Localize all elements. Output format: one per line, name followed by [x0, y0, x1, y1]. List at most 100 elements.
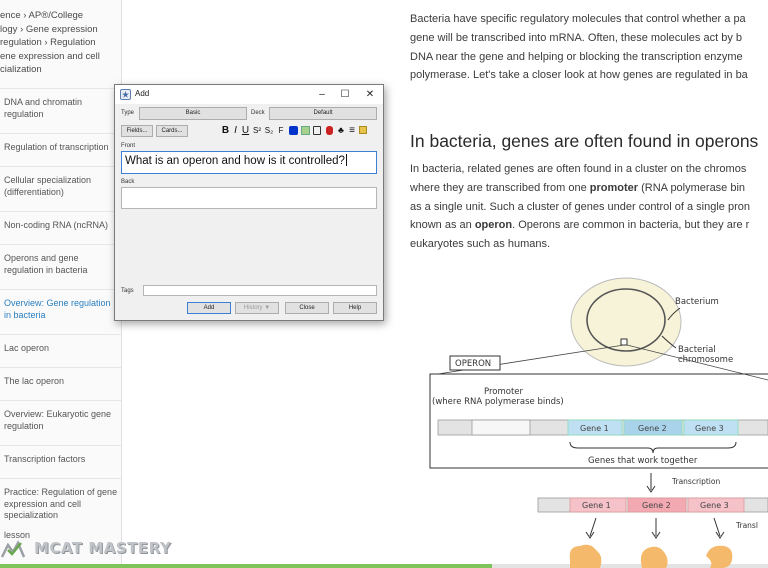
fields-button[interactable]: Fields...	[121, 125, 153, 137]
mrna-gene-2-label: Gene 2	[642, 501, 671, 510]
sidebar-item-eukaryotic[interactable]: Overview: Eukaryotic gene regulation	[0, 400, 121, 445]
sidebar-item-regulation-transcription[interactable]: Regulation of transcription	[0, 133, 121, 166]
section-heading: In bacteria, genes are often found in op…	[410, 131, 759, 151]
app-root: ence › AP®︎/College logy › Gene expressi…	[0, 0, 768, 568]
close-icon[interactable]: ✕	[363, 88, 377, 101]
bold-icon[interactable]: B	[221, 124, 230, 137]
genes-bracket	[569, 441, 737, 454]
dialog-titlebar[interactable]: Add – ☐ ✕	[115, 85, 383, 104]
watermark-text: MCAT MASTERY	[34, 539, 172, 557]
text-line: where they are transcribed from one prom…	[410, 181, 746, 194]
cards-button[interactable]: Cards...	[156, 125, 188, 137]
promoter-label-2: (where RNA polymerase binds)	[432, 397, 564, 407]
breadcrumb-line[interactable]: cialization	[0, 64, 42, 75]
sidebar-item-dna-chromatin[interactable]: DNA and chromatin regulation	[0, 88, 121, 133]
dialog-title: Add	[135, 89, 150, 98]
clear-format-icon[interactable]: F	[276, 124, 286, 137]
intro-paragraph: Bacteria have specific regulatory molecu…	[410, 10, 748, 85]
sidebar-list: DNA and chromatin regulation Regulation …	[0, 88, 121, 534]
format-toolbar: B I U S² S₂ F ♣ ≡	[219, 124, 381, 138]
anki-app-icon	[120, 89, 131, 100]
protein-3	[706, 545, 733, 568]
subscript-icon[interactable]: S₂	[264, 124, 274, 137]
operon-paragraph: In bacteria, related genes are often fou…	[410, 160, 750, 254]
add-button[interactable]: Add	[187, 302, 231, 314]
text-line: DNA near the gene and helping or blockin…	[410, 50, 743, 63]
translation-arrow-2	[651, 518, 661, 539]
front-label: Front	[121, 143, 136, 149]
sidebar: ence › AP®︎/College logy › Gene expressi…	[0, 0, 122, 568]
breadcrumb-line[interactable]: ene expression and cell	[0, 51, 100, 62]
breadcrumb-line[interactable]: logy › Gene expression	[0, 24, 98, 35]
back-field[interactable]	[121, 187, 377, 209]
operon-diagram: Bacterium Bacterial chromosome OPERON Pr…	[429, 277, 768, 568]
sidebar-item-cellular-specialization[interactable]: Cellular specialization (differentiation…	[0, 166, 121, 211]
deck-selector[interactable]: Default	[269, 107, 377, 120]
italic-icon[interactable]: I	[232, 124, 239, 137]
attach-icon[interactable]	[312, 124, 322, 137]
sidebar-item-the-lac-operon[interactable]: The lac operon	[0, 367, 121, 400]
sidebar-item-operons[interactable]: Operons and gene regulation in bacteria	[0, 244, 121, 289]
promoter-term: promoter	[589, 181, 639, 194]
translation-arrow-1	[585, 517, 597, 539]
text-line: eukaryotes such as humans.	[410, 238, 551, 251]
gene-1-label: Gene 1	[580, 424, 609, 433]
latex-icon[interactable]: ♣	[336, 124, 346, 137]
text-line: In bacteria, related genes are often fou…	[410, 163, 747, 175]
help-button[interactable]: Help	[333, 302, 377, 314]
breadcrumb-line[interactable]: regulation › Regulation	[0, 37, 96, 48]
breadcrumb-line[interactable]: ence › AP®︎/College	[0, 10, 83, 21]
html-editor-icon[interactable]: ≡	[347, 124, 357, 137]
translation-arrow-3	[713, 517, 725, 539]
deck-label: Deck	[251, 110, 265, 116]
options-icon[interactable]	[358, 124, 368, 137]
mcat-logo-icon	[0, 540, 26, 558]
sidebar-item-lac-operon[interactable]: Lac operon	[0, 334, 121, 367]
text-color-icon[interactable]	[288, 124, 299, 137]
sidebar-item-overview-bacteria[interactable]: Overview: Gene regulation in bacteria	[0, 289, 121, 334]
sidebar-item-transcription-factors[interactable]: Transcription factors	[0, 445, 121, 478]
close-button[interactable]: Close	[285, 302, 329, 314]
front-field-text: What is an operon and how is it controll…	[125, 154, 347, 167]
promoter-label-1: Promoter	[484, 387, 524, 397]
genes-together-label: Genes that work together	[588, 456, 698, 466]
protein-1	[569, 544, 602, 568]
promoter-region	[471, 419, 531, 436]
gene-3-label: Gene 3	[695, 424, 724, 433]
bacterium-label: Bacterium	[675, 297, 719, 307]
translation-label: Transl	[735, 521, 758, 530]
text-line: Bacteria have specific regulatory molecu…	[410, 13, 746, 25]
text-line: polymerase. Let's take a closer look at …	[410, 69, 748, 82]
tags-label: Tags	[121, 288, 134, 294]
operon-marker	[620, 338, 628, 346]
minimize-icon[interactable]: –	[315, 88, 329, 101]
maximize-icon[interactable]: ☐	[338, 88, 352, 101]
operon-term: operon	[474, 219, 513, 232]
transcription-label: Transcription	[671, 477, 720, 486]
highlight-icon[interactable]	[300, 124, 311, 137]
operon-label: OPERON	[455, 359, 491, 369]
front-field[interactable]: What is an operon and how is it controll…	[121, 151, 377, 174]
protein-2	[640, 546, 668, 568]
text-caret	[345, 154, 347, 166]
breadcrumb: ence › AP®︎/College logy › Gene expressi…	[0, 9, 112, 77]
tags-input[interactable]	[143, 285, 377, 296]
underline-icon[interactable]: U	[241, 124, 250, 137]
gene-2-label: Gene 2	[638, 424, 667, 433]
mrna-gene-3-label: Gene 3	[700, 501, 729, 510]
back-label: Back	[121, 179, 135, 185]
superscript-icon[interactable]: S²	[252, 124, 262, 137]
text-line: gene will be transcribed into mRNA. Ofte…	[410, 31, 742, 44]
record-audio-icon[interactable]	[324, 124, 334, 137]
sidebar-item-ncrna[interactable]: Non-coding RNA (ncRNA)	[0, 211, 121, 244]
sidebar-item-practice[interactable]: Practice: Regulation of gene expression …	[0, 478, 121, 534]
type-label: Type	[121, 110, 135, 116]
text-line: known as an operon. Operons are common i…	[410, 219, 750, 232]
note-type-selector[interactable]: Basic	[139, 107, 247, 120]
text-line: as a single unit. Such a cluster of gene…	[410, 200, 750, 213]
mrna-gene-1-label: Gene 1	[582, 501, 611, 510]
history-button[interactable]: History ▼	[235, 302, 279, 314]
add-dialog: Add – ☐ ✕ Type Basic Deck Default Fields…	[114, 84, 384, 321]
watermark: MCAT MASTERY	[0, 536, 171, 560]
chromosome-label-1: Bacterial	[678, 345, 716, 355]
